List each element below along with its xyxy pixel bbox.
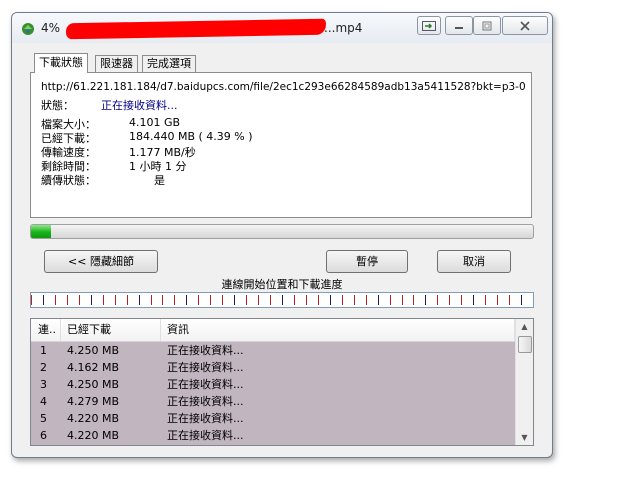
- download-progress-fill: [31, 225, 52, 238]
- tab-download-status[interactable]: 下載狀態: [34, 53, 88, 73]
- pause-button[interactable]: 暫停: [326, 250, 408, 273]
- connection-info: 正在接收資料...: [167, 344, 244, 357]
- close-button[interactable]: [502, 16, 548, 35]
- download-url: http://61.221.181.184/d7.baidupcs.com/fi…: [41, 81, 526, 93]
- scroll-thumb[interactable]: [518, 336, 532, 353]
- connection-downloaded: 4.279 MB: [67, 395, 120, 408]
- connections-list-header: 連.. 已經下載 資訊: [31, 319, 515, 342]
- connection-row[interactable]: 3 4.250 MB 正在接收資料...: [31, 376, 515, 393]
- resume-row: 續傳狀態： 是: [41, 172, 165, 188]
- connection-info: 正在接收資料...: [167, 378, 244, 391]
- download-window: 4% ...mp4 下載狀態 限速器 完成選項 http://61.221.18…: [11, 12, 553, 458]
- connection-number: 6: [40, 429, 47, 442]
- maximize-icon: [482, 21, 492, 30]
- connection-row[interactable]: 1 4.250 MB 正在接收資料...: [31, 342, 515, 359]
- status-value: 正在接收資料...: [101, 99, 178, 112]
- connection-segments-bar: [30, 292, 534, 308]
- connection-number: 3: [40, 378, 47, 391]
- close-icon: [520, 20, 530, 31]
- connection-row[interactable]: 4 4.279 MB 正在接收資料...: [31, 393, 515, 410]
- download-status-panel: http://61.221.181.184/d7.baidupcs.com/fi…: [30, 72, 532, 218]
- connection-downloaded: 4.162 MB: [67, 361, 120, 374]
- tab-speed-limiter[interactable]: 限速器: [95, 55, 138, 72]
- resume-value: 是: [154, 174, 165, 187]
- maximize-button[interactable]: [473, 16, 501, 35]
- connection-number: 4: [40, 395, 47, 408]
- download-progress-bar: [30, 224, 534, 239]
- hide-details-button[interactable]: << 隱藏細節: [44, 250, 158, 273]
- minimize-button[interactable]: [445, 16, 473, 35]
- minimize-to-tray-button[interactable]: [417, 16, 441, 35]
- connection-info: 正在接收資料...: [167, 361, 244, 374]
- column-header-info[interactable]: 資訊: [161, 319, 515, 341]
- column-header-connection[interactable]: 連..: [31, 319, 61, 341]
- connections-list[interactable]: 連.. 已經下載 資訊 1 4.250 MB 正在接收資料... 2 4.162 MB 正…: [30, 318, 534, 446]
- connection-downloaded: 4.250 MB: [67, 378, 120, 391]
- title-bar[interactable]: 4% ...mp4: [12, 13, 552, 43]
- tab-completion-options[interactable]: 完成選項: [142, 55, 196, 72]
- idm-app-icon: [22, 23, 34, 35]
- connection-number: 2: [40, 361, 47, 374]
- resume-label: 續傳狀態：: [41, 174, 96, 187]
- status-label: 狀態：: [41, 99, 74, 112]
- connection-info: 正在接收資料...: [167, 412, 244, 425]
- segments-caption: 連線開始位置和下載進度: [221, 278, 343, 291]
- connection-row[interactable]: 2 4.162 MB 正在接收資料...: [31, 359, 515, 376]
- connection-row[interactable]: 5 4.220 MB 正在接收資料...: [31, 410, 515, 427]
- segment-markers: [31, 295, 522, 305]
- connection-downloaded: 4.220 MB: [67, 429, 120, 442]
- connection-info: 正在接收資料...: [167, 429, 244, 442]
- status-row: 狀態： 正在接收資料...: [41, 97, 178, 113]
- minimize-icon: [455, 26, 463, 29]
- window-title-suffix: ...mp4: [324, 21, 363, 35]
- connection-downloaded: 4.250 MB: [67, 344, 120, 357]
- connections-list-body: 1 4.250 MB 正在接收資料... 2 4.162 MB 正在接收資料... 3 4.2…: [31, 342, 515, 445]
- connection-number: 5: [40, 412, 47, 425]
- scroll-down-arrow-icon[interactable]: ▼: [516, 430, 533, 445]
- cancel-button[interactable]: 取消: [437, 250, 511, 273]
- connection-number: 1: [40, 344, 47, 357]
- connection-info: 正在接收資料...: [167, 395, 244, 408]
- title-redaction-mark: [65, 18, 327, 40]
- connection-row[interactable]: 6 4.220 MB 正在接收資料...: [31, 427, 515, 444]
- downloaded-value: 184.440 MB ( 4.39 % ): [129, 130, 253, 143]
- connection-downloaded: 4.220 MB: [67, 412, 120, 425]
- connections-scrollbar[interactable]: ▲ ▼: [515, 319, 533, 445]
- file-size-value: 4.101 GB: [129, 116, 181, 129]
- tray-arrow-icon: [422, 20, 436, 31]
- column-header-downloaded[interactable]: 已經下載: [61, 319, 161, 341]
- scroll-up-arrow-icon[interactable]: ▲: [516, 319, 533, 334]
- window-title-prefix: 4%: [41, 21, 61, 35]
